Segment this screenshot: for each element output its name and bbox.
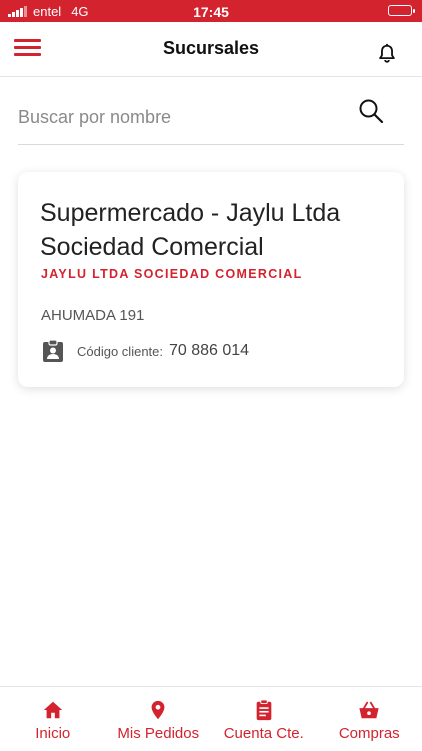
search-icon[interactable] [358, 98, 384, 124]
branch-address: AHUMADA 191 [41, 307, 144, 324]
client-code-value: 70 886 014 [169, 342, 249, 360]
branch-company: JAYLU LTDA SOCIEDAD COMERCIAL [41, 267, 303, 281]
tab-label: Inicio [35, 725, 70, 742]
tab-cuenta-cte[interactable]: Cuenta Cte. [211, 687, 317, 751]
status-time: 17:45 [0, 4, 422, 20]
tab-mis-pedidos[interactable]: Mis Pedidos [106, 687, 212, 751]
client-code-row: Código cliente: 70 886 014 [41, 339, 249, 363]
tab-label: Mis Pedidos [117, 725, 199, 742]
clipboard-icon [253, 699, 275, 721]
branch-card[interactable]: Supermercado - Jaylu Ltda Sociedad Comer… [18, 172, 404, 387]
bottom-tab-bar: Inicio Mis Pedidos Cuenta Cte. Compras [0, 686, 422, 751]
search-input[interactable] [18, 104, 338, 130]
status-bar: entel 4G 17:45 [0, 0, 422, 22]
search-bar [18, 90, 404, 145]
tab-compras[interactable]: Compras [317, 687, 422, 751]
contact-badge-icon [41, 339, 65, 363]
client-code-label: Código cliente: [77, 344, 163, 359]
tab-inicio[interactable]: Inicio [0, 687, 106, 751]
home-icon [42, 699, 64, 721]
branch-name: Supermercado - Jaylu Ltda Sociedad Comer… [40, 196, 385, 264]
page-title: Sucursales [0, 38, 422, 59]
location-pin-icon [147, 699, 169, 721]
bell-icon[interactable] [376, 42, 398, 66]
app-bar: Sucursales [0, 22, 422, 77]
tab-label: Cuenta Cte. [224, 725, 304, 742]
tab-label: Compras [339, 725, 400, 742]
battery-icon [388, 5, 412, 16]
basket-icon [358, 699, 380, 721]
